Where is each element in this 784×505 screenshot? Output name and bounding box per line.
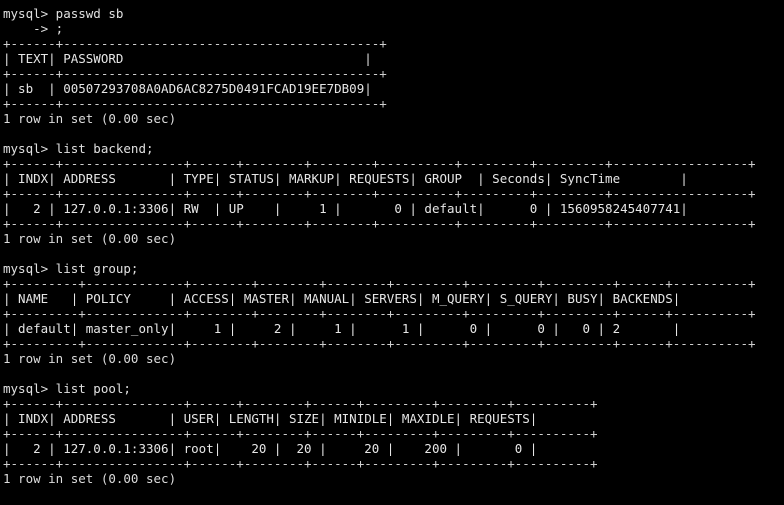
terminal-command-passwd-block: mysql> passwd sb bbox=[3, 6, 124, 21]
password-table-top-rule: +------+--------------------------------… bbox=[3, 36, 387, 51]
terminal-output[interactable]: mysql> passwd sb -> ; +------+-----------… bbox=[0, 0, 784, 505]
password-table-bottom-rule: +------+--------------------------------… bbox=[3, 96, 387, 111]
group-table-header-rule: +---------+-------------+--------+------… bbox=[3, 306, 756, 321]
pool-table-top-rule: +------+----------------+------+--------… bbox=[3, 396, 598, 411]
backend-table-bottom-rule: +------+----------------+------+--------… bbox=[3, 216, 756, 231]
pool-table-row: | 2 | 127.0.0.1:3306| root| 20 | 20 | 20… bbox=[3, 441, 538, 456]
terminal-command-list-pool-block: mysql> list pool; bbox=[3, 381, 131, 396]
group-table-header-row: | NAME | POLICY | ACCESS| MASTER| MANUAL… bbox=[3, 291, 681, 306]
password-table-header-row: | TEXT| PASSWORD | bbox=[3, 51, 372, 66]
terminal-status-list-pool-block: 1 row in set (0.00 sec) bbox=[3, 471, 177, 486]
password-table-row: | sb | 00507293708A0AD6AC8275D0491FCAD19… bbox=[3, 81, 372, 96]
terminal-command-list-group-block: mysql> list group; bbox=[3, 261, 139, 276]
backend-table-header-rule: +------+----------------+------+--------… bbox=[3, 186, 756, 201]
group-table-bottom-rule: +---------+-------------+--------+------… bbox=[3, 336, 756, 351]
group-table-top-rule: +---------+-------------+--------+------… bbox=[3, 276, 756, 291]
pool-table-bottom-rule: +------+----------------+------+--------… bbox=[3, 456, 598, 471]
pool-table-header-row: | INDX| ADDRESS | USER| LENGTH| SIZE| MI… bbox=[3, 411, 538, 426]
terminal-command-list-backend-block: mysql> list backend; bbox=[3, 141, 154, 156]
terminal-continuation-passwd-block: -> ; bbox=[3, 21, 64, 36]
terminal-status-passwd-block: 1 row in set (0.00 sec) bbox=[3, 111, 177, 126]
backend-table-top-rule: +------+----------------+------+--------… bbox=[3, 156, 756, 171]
pool-table-header-rule: +------+----------------+------+--------… bbox=[3, 426, 598, 441]
terminal-status-list-backend-block: 1 row in set (0.00 sec) bbox=[3, 231, 177, 246]
backend-table-header-row: | INDX| ADDRESS | TYPE| STATUS| MARKUP| … bbox=[3, 171, 688, 186]
terminal-status-list-group-block: 1 row in set (0.00 sec) bbox=[3, 351, 177, 366]
password-table-header-rule: +------+--------------------------------… bbox=[3, 66, 387, 81]
backend-table-row: | 2 | 127.0.0.1:3306| RW | UP | 1 | 0 | … bbox=[3, 201, 688, 216]
group-table-row: | default| master_only| 1 | 2 | 1 | 1 | … bbox=[3, 321, 681, 336]
